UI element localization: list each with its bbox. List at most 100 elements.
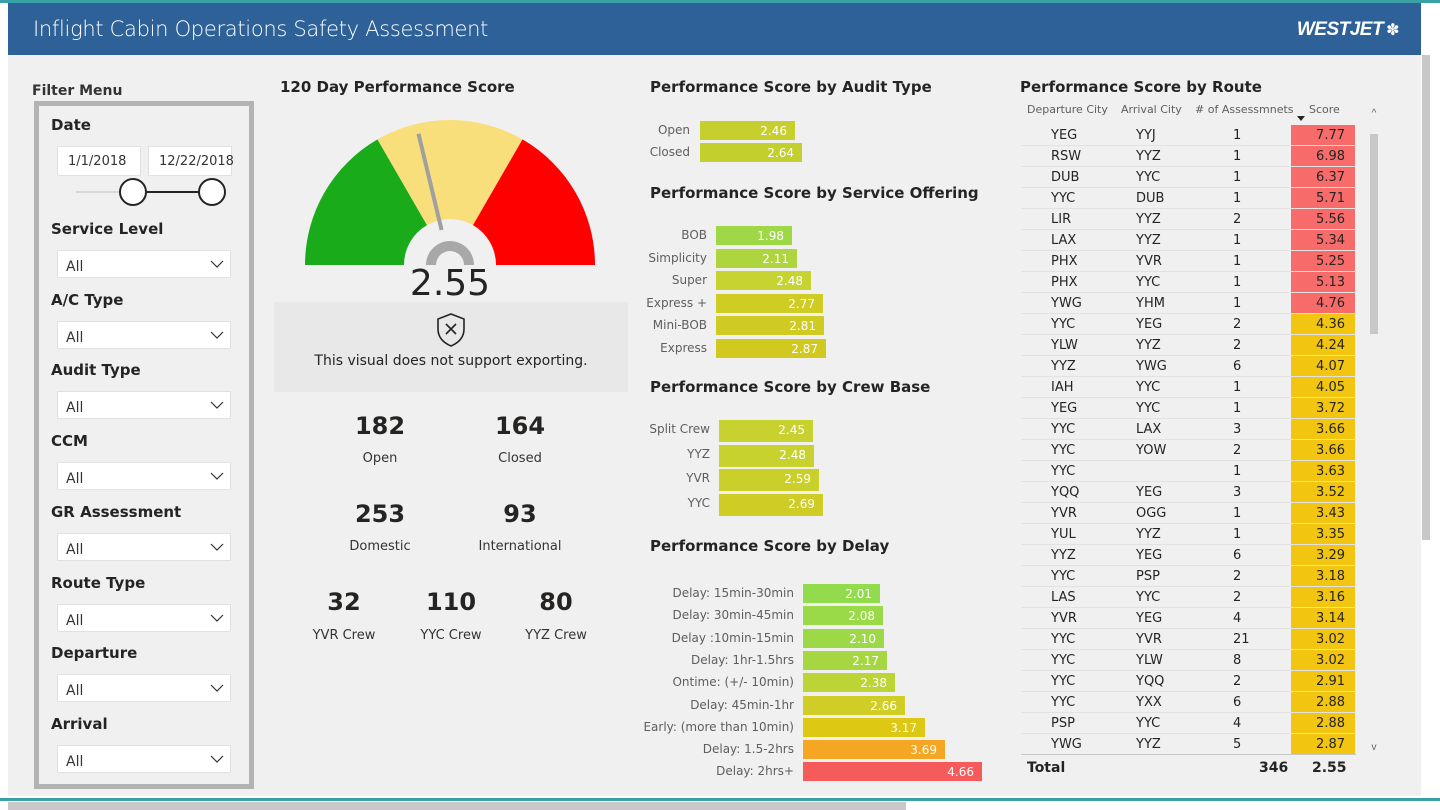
assessments-count-cell: 6 [1233,359,1242,374]
table-row[interactable]: YYC YVR 21 3.02 [1021,629,1356,650]
chevron-down-icon [210,614,224,622]
route-table-scroll-thumb[interactable] [1370,134,1378,334]
assessments-count-cell: 3 [1233,485,1242,500]
audit-type-dropdown[interactable]: All [57,391,231,419]
table-row[interactable]: YEG YYJ 1 7.77 [1021,125,1356,146]
assessments-count-cell: 2 [1233,338,1242,353]
departure-city-cell: YYC [1051,632,1076,647]
table-row[interactable]: YQQ YEG 3 3.52 [1021,482,1356,503]
score-cell: 4.07 [1291,356,1355,376]
sort-descending-icon[interactable] [1297,116,1305,121]
table-row[interactable]: YLW YYZ 2 4.24 [1021,335,1356,356]
col-header-arrival[interactable]: Arrival City [1121,103,1182,116]
score-cell: 7.77 [1291,125,1355,145]
table-row[interactable]: PHX YYC 1 5.13 [1021,272,1356,293]
departure-city-cell: YLW [1051,338,1078,353]
departure-dropdown[interactable]: All [57,674,231,702]
table-row[interactable]: YYC YEG 2 4.36 [1021,314,1356,335]
date-slider-track[interactable] [76,191,122,193]
col-header-assessments[interactable]: # of Assessmnets [1195,103,1294,116]
ccm-dropdown[interactable]: All [57,462,231,490]
a-c-type-dropdown[interactable]: All [57,321,231,349]
assessments-count-cell: 1 [1233,170,1242,185]
table-row[interactable]: YVR OGG 1 3.43 [1021,503,1356,524]
scroll-down-icon[interactable]: v [1368,742,1380,753]
arrival-city-cell: YYC [1136,401,1161,416]
arrival-city-cell: YYZ [1136,233,1161,248]
a-c-type-dropdown-value: All [66,330,84,346]
assessments-count-cell: 8 [1233,653,1242,668]
table-row[interactable]: YVR YEG 4 3.14 [1021,608,1356,629]
arrival-city-cell: YYC [1136,170,1161,185]
crew-base-chart-title: Performance Score by Crew Base [650,378,931,396]
departure-city-cell: YYC [1051,464,1076,479]
table-row[interactable]: DUB YYC 1 6.37 [1021,167,1356,188]
route-table-scrollbar[interactable]: ^ v [1368,104,1380,754]
arrival-city-cell: YEG [1136,485,1163,500]
page-vertical-scroll-thumb[interactable] [1422,55,1430,540]
table-row[interactable]: RSW YYZ 1 6.98 [1021,146,1356,167]
departure-dropdown-value: All [66,683,84,699]
total-label: Total [1027,760,1066,776]
date-slider-start-handle[interactable] [119,178,147,206]
table-row[interactable]: LAX YYZ 1 5.34 [1021,230,1356,251]
bar-value-label: 3.69 [910,743,937,757]
departure-city-cell: PSP [1051,716,1075,731]
table-row[interactable]: YYC YLW 8 3.02 [1021,650,1356,671]
assessments-count-cell: 6 [1233,695,1242,710]
score-cell: 3.29 [1291,545,1355,565]
score-cell: 3.18 [1291,566,1355,586]
col-header-score[interactable]: Score [1309,103,1340,116]
table-row[interactable]: YYC PSP 2 3.18 [1021,566,1356,587]
table-row[interactable]: YYC DUB 1 5.71 [1021,188,1356,209]
score-cell: 3.43 [1291,503,1355,523]
gr-assessment-dropdown[interactable]: All [57,533,231,561]
scroll-up-icon[interactable]: ^ [1368,108,1380,119]
table-row[interactable]: IAH YYC 1 4.05 [1021,377,1356,398]
score-cell: 6.98 [1291,146,1355,166]
page-horizontal-scrollbar[interactable] [0,796,1440,810]
export-unsupported-text: This visual does not support exporting. [314,353,588,369]
table-row[interactable]: YYZ YWG 6 4.07 [1021,356,1356,377]
kpi-yvr-crew-value: 32 [327,588,361,616]
chevron-down-icon [210,401,224,409]
bottom-accent-line [0,798,1440,801]
bar-category-label: YYC [687,496,710,510]
table-row[interactable]: YYC YOW 2 3.66 [1021,440,1356,461]
gauge-hub [426,241,474,265]
table-row[interactable]: YYC 1 3.63 [1021,461,1356,482]
table-row[interactable]: PSP YYC 4 2.88 [1021,713,1356,734]
date-start-input[interactable]: 1/1/2018 [57,146,141,176]
arrival-dropdown[interactable]: All [57,745,231,773]
gr-assessment-dropdown-value: All [66,542,84,558]
bar-value-label: 2.66 [870,699,897,713]
col-header-departure[interactable]: Departure City [1027,103,1108,116]
route-type-dropdown[interactable]: All [57,604,231,632]
table-row[interactable]: YWG YYZ 5 2.87 [1021,734,1356,755]
table-row[interactable]: YYC YQQ 2 2.91 [1021,671,1356,692]
table-row[interactable]: YUL YYZ 1 3.35 [1021,524,1356,545]
table-row[interactable]: YYC YXX 6 2.88 [1021,692,1356,713]
arrival-city-cell: YYZ [1136,527,1161,542]
route-table-title: Performance Score by Route [1020,78,1262,96]
date-slider-end-handle[interactable] [198,178,226,206]
table-row[interactable]: YYZ YEG 6 3.29 [1021,545,1356,566]
assessments-count-cell: 2 [1233,317,1242,332]
page-horizontal-scroll-thumb[interactable] [8,802,906,810]
arrival-city-cell: YEG [1136,317,1163,332]
assessments-count-cell: 1 [1233,128,1242,143]
table-row[interactable]: YWG YHM 1 4.76 [1021,293,1356,314]
table-row[interactable]: PHX YVR 1 5.25 [1021,251,1356,272]
table-row[interactable]: YEG YYC 1 3.72 [1021,398,1356,419]
table-row[interactable]: LAS YYC 2 3.16 [1021,587,1356,608]
score-cell: 2.88 [1291,692,1355,712]
arrival-city-cell: YXX [1136,695,1162,710]
arrival-city-cell: LAX [1136,422,1162,437]
kpi-open-value: 182 [354,412,406,440]
table-row[interactable]: YYC LAX 3 3.66 [1021,419,1356,440]
service-level-dropdown[interactable]: All [57,250,231,278]
date-end-input[interactable]: 12/22/2018 [148,146,234,176]
assessments-count-cell: 1 [1233,233,1242,248]
table-row[interactable]: LIR YYZ 2 5.56 [1021,209,1356,230]
page-vertical-scrollbar[interactable] [1421,55,1440,796]
